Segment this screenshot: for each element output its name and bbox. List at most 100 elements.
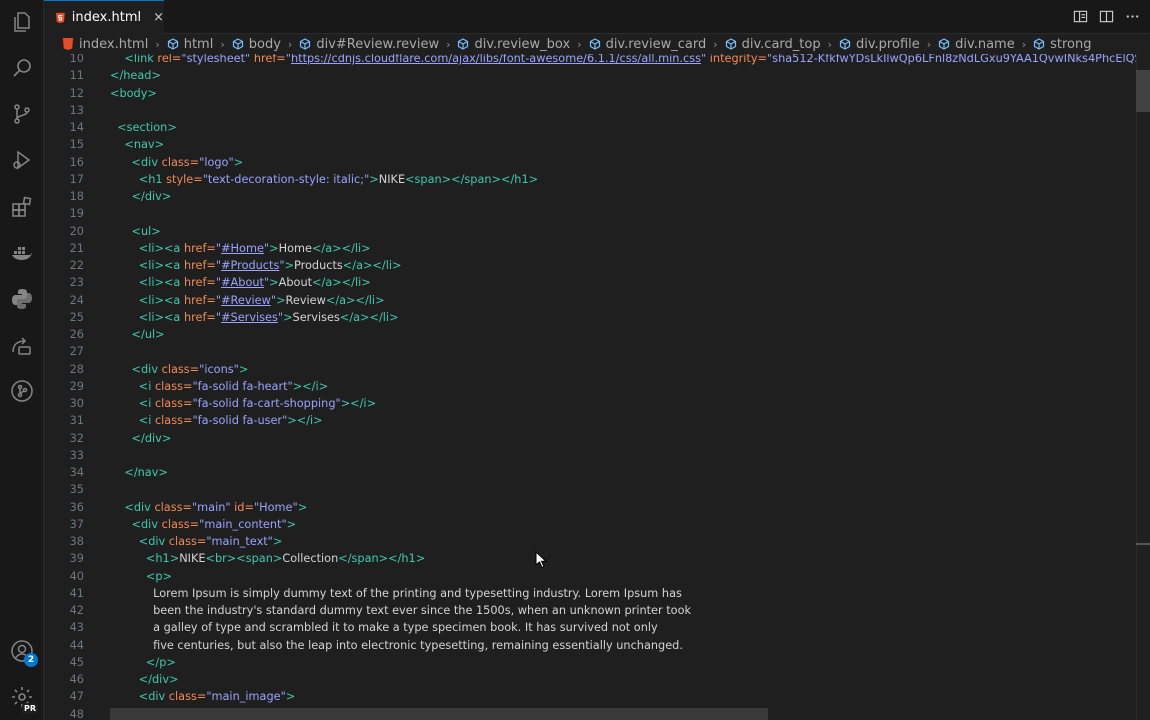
code-line[interactable]: ​ — [110, 102, 1136, 119]
vertical-scrollbar[interactable] — [1136, 54, 1150, 720]
code-line[interactable]: <h1>NIKE<br><span>Collection</span></h1> — [110, 550, 1136, 567]
docker-icon[interactable] — [0, 233, 44, 273]
code-line[interactable]: <li><a href="#Review">Review</a></li> — [110, 292, 1136, 309]
accounts-badge: 2 — [24, 653, 38, 667]
code-line[interactable]: <p> — [110, 568, 1136, 585]
code-line[interactable]: <li><a href="#About">About</a></li> — [110, 274, 1136, 291]
code-line[interactable]: <h1 style="text-decoration-style: italic… — [110, 171, 1136, 188]
code-line[interactable]: <i class="fa-solid fa-cart-shopping"></i… — [110, 395, 1136, 412]
element-symbol-icon — [939, 38, 950, 50]
horizontal-scrollbar-thumb[interactable] — [110, 708, 768, 720]
code-token: <nav> — [124, 138, 165, 152]
code-line[interactable]: ​ — [110, 343, 1136, 360]
code-token: "stylesheet" — [181, 54, 254, 65]
search-icon[interactable] — [0, 48, 44, 88]
code-line[interactable]: </head> — [110, 67, 1136, 84]
code-token: a galley of type and scrambled it to mak… — [153, 621, 658, 635]
line-number: 26 — [69, 328, 84, 341]
source-control-icon[interactable] — [0, 94, 44, 134]
breadcrumb-item[interactable]: div.card_top — [725, 37, 821, 52]
breadcrumb-item[interactable]: div.review_card — [589, 37, 706, 52]
code-line[interactable]: <body> — [110, 85, 1136, 102]
code-line[interactable]: five centuries, but also the leap into e… — [110, 637, 1136, 654]
breadcrumb-separator-icon: › — [926, 37, 932, 51]
code-token: ></i> — [340, 397, 377, 410]
explorer-icon[interactable] — [0, 2, 44, 42]
more-actions-icon[interactable] — [1124, 8, 1140, 24]
code-line[interactable]: <li><a href="#Home">Home</a></li> — [110, 240, 1136, 257]
code-line[interactable]: </div> — [110, 671, 1136, 688]
code-line[interactable]: </ul> — [110, 326, 1136, 343]
breadcrumb-item[interactable]: body — [232, 37, 281, 52]
code-token: </nav> — [124, 466, 168, 479]
code-line[interactable]: ​ — [110, 447, 1136, 464]
code-token: "main_text" — [206, 535, 273, 548]
extensions-icon[interactable] — [0, 187, 44, 227]
code-line[interactable]: </p> — [110, 654, 1136, 671]
code-token: </a></li> — [325, 293, 385, 307]
code-line[interactable]: Lorem Ipsum is simply dummy text of the … — [110, 585, 1136, 602]
code-line[interactable]: <link rel="stylesheet" href= "https://cdn… — [110, 54, 1136, 67]
code-line[interactable]: </nav> — [110, 464, 1136, 481]
code-line[interactable]: been the industry's standard dummy text … — [110, 602, 1136, 619]
code-line[interactable]: <ul> — [110, 223, 1136, 240]
code-content[interactable]: <link rel="stylesheet" href= "https://cdn… — [110, 54, 1136, 720]
python-icon[interactable] — [0, 279, 44, 319]
breadcrumb-label: index.html — [79, 36, 149, 52]
breadcrumb-item[interactable]: div#Review.review — [299, 37, 439, 52]
code-line[interactable]: </div> — [110, 188, 1136, 205]
code-line[interactable]: <i class="fa-solid fa-heart"></i> — [110, 378, 1136, 395]
code-line[interactable]: <div class="main" id="Home"> — [110, 499, 1136, 516]
code-line[interactable]: <li><a href="#Servises">Servises</a></li… — [110, 309, 1136, 326]
line-number: 30 — [69, 397, 84, 410]
code-line[interactable]: <div class="logo"> — [110, 154, 1136, 171]
tab-close-icon[interactable]: × — [153, 10, 164, 25]
breadcrumb-item[interactable]: strong — [1033, 37, 1092, 52]
code-line[interactable]: ​ — [110, 481, 1136, 498]
code-line[interactable]: <div class="main_content"> — [110, 516, 1136, 533]
vertical-scrollbar-thumb[interactable] — [1136, 70, 1150, 112]
code-line[interactable]: <li><a href="#Products">Products</a></li… — [110, 257, 1136, 274]
settings-gear-icon[interactable]: PR — [0, 677, 44, 717]
breadcrumb-label: div.profile — [856, 36, 920, 52]
accounts-icon[interactable]: 2 — [0, 631, 44, 671]
run-debug-icon[interactable] — [0, 140, 44, 180]
breadcrumb-item[interactable]: div.profile — [839, 37, 920, 52]
code-token: style= — [166, 172, 203, 186]
code-line[interactable]: <div class="main_image"> — [110, 688, 1136, 705]
code-token: > — [269, 241, 279, 255]
code-line[interactable]: <section> — [110, 119, 1136, 136]
open-preview-icon[interactable] — [1072, 8, 1088, 24]
breadcrumb-item[interactable]: index.html — [62, 37, 148, 52]
gitlens-icon[interactable] — [0, 371, 44, 411]
breadcrumb-item[interactable]: html — [167, 37, 213, 52]
line-number: 32 — [69, 431, 84, 445]
code-line[interactable]: <div class="main_text"> — [110, 533, 1136, 550]
split-editor-icon[interactable] — [1098, 8, 1114, 24]
code-token: Lorem Ipsum is simply dummy text of the … — [153, 586, 682, 600]
code-line[interactable]: </div> — [110, 430, 1136, 447]
remote-explorer-icon[interactable] — [0, 325, 44, 365]
code-token: <li><a — [138, 259, 184, 272]
element-symbol-icon — [725, 38, 736, 50]
tab-index-html[interactable]: index.html × — [44, 0, 164, 34]
code-line[interactable]: ​ — [110, 205, 1136, 222]
code-line[interactable]: <div class="icons"> — [110, 361, 1136, 378]
breadcrumb-item[interactable]: div.name — [938, 37, 1015, 52]
code-token: </div> — [131, 431, 172, 445]
code-token: <li><a — [138, 310, 184, 324]
code-line[interactable]: <nav> — [110, 136, 1136, 153]
breadcrumb-separator-icon: › — [220, 37, 225, 51]
code-line[interactable]: <i class="fa-solid fa-user"></i> — [110, 412, 1136, 429]
breadcrumb-item[interactable]: div.review_box — [457, 37, 570, 52]
code-editor[interactable]: 10 11 12 13 14 15 16 17 18 19 20 21 22 23 24 25 26 27 28 29… — [44, 54, 1136, 720]
code-token: </a></li> — [312, 276, 371, 290]
code-line[interactable]: a galley of type and scrambled it to mak… — [110, 619, 1136, 636]
line-number: 46 — [69, 673, 84, 686]
